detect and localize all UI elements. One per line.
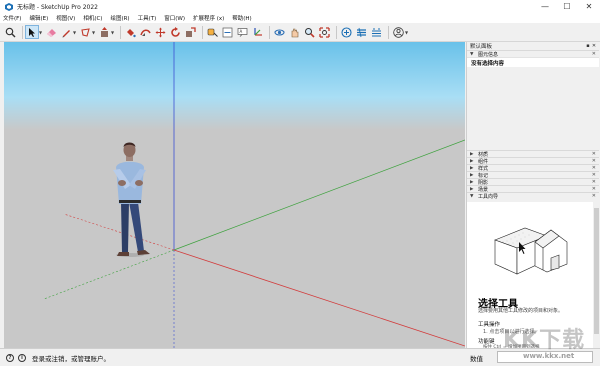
entity-info-body: 没有选择内容 (467, 57, 599, 67)
chevron-right-icon: ▶ (470, 158, 474, 164)
warehouse-icon[interactable] (340, 26, 352, 38)
account-icon[interactable] (392, 26, 404, 38)
person-figure-icon (113, 142, 150, 257)
layout-icon[interactable] (370, 26, 382, 38)
panel-instructor[interactable]: ▼ 工具向导 ✕ (467, 192, 599, 200)
search-icon[interactable] (4, 26, 16, 38)
panel-components[interactable]: ▶ 组件 ✕ (467, 157, 599, 165)
toolbar-separator (120, 25, 121, 39)
dimension-icon[interactable] (221, 26, 233, 38)
chevron-right-icon: ▶ (470, 172, 474, 178)
panel-tags[interactable]: ▶ 标记 ✕ (467, 171, 599, 179)
house-illustration-icon (494, 227, 568, 275)
chevron-right-icon: ▶ (470, 186, 474, 192)
panel-label: 工具向导 (478, 193, 499, 200)
chevron-down-icon: ▼ (470, 51, 474, 57)
paint-bucket-icon[interactable] (124, 26, 136, 38)
measurements-label: 数值 (470, 355, 483, 363)
shape-icon[interactable] (79, 26, 91, 38)
scale-icon[interactable] (184, 26, 196, 38)
panel-materials[interactable]: ▶ 材质 ✕ (467, 150, 599, 158)
chevron-right-icon: ▶ (470, 165, 474, 171)
close-button[interactable]: ✕ (578, 0, 600, 13)
instructor-scrollbar[interactable] (593, 202, 600, 348)
toolbar-separator (388, 25, 389, 39)
pencil-icon[interactable] (60, 26, 72, 38)
green-axis-dashed-line (43, 249, 175, 300)
menu-draw[interactable]: 绘图(R) (110, 14, 129, 22)
chevron-down-icon: ▼ (470, 193, 474, 199)
window-title: 无标题 - SketchUp Pro 2022 (17, 4, 98, 11)
instructor-description: 选择要用其他工具修改的项目和对象。 (478, 308, 564, 314)
default-tray: 默认面板 ▪ ✕ ▼ 图元信息 ✕ 没有选择内容 ▶ 材质 ✕ ▶ 组件 ✕ ▶… (466, 42, 600, 350)
zoom-icon[interactable] (303, 26, 315, 38)
info-icon[interactable]: i (18, 353, 26, 362)
maximize-button[interactable]: ☐ (556, 0, 578, 13)
main-toolbar: ▼ ▼ ▼ ▼ A ▼ (0, 23, 600, 42)
zoom-extents-icon[interactable] (318, 26, 330, 38)
close-icon[interactable]: ✕ (592, 193, 596, 199)
axes-icon[interactable] (251, 26, 263, 38)
chevron-right-icon: ▶ (470, 151, 474, 157)
window-controls: — ☐ ✕ (534, 0, 600, 13)
line-dropdown-icon[interactable]: ▼ (72, 26, 77, 38)
red-axis-line (173, 249, 465, 347)
menu-edit[interactable]: 编辑(E) (29, 14, 48, 22)
entity-info-area (467, 67, 599, 150)
panel-shadows[interactable]: ▶ 阴影 ✕ (467, 178, 599, 186)
chevron-right-icon: ▶ (470, 179, 474, 185)
move-icon[interactable] (154, 26, 166, 38)
panel-label: 图元信息 (478, 51, 499, 58)
watermark-url: www.kkx.net (523, 352, 575, 360)
panel-scenes[interactable]: ▶ 场景 ✕ (467, 185, 599, 193)
menu-file[interactable]: 文件(F) (3, 14, 21, 22)
menu-camera[interactable]: 相机(C) (83, 14, 102, 22)
panel-styles[interactable]: ▶ 样式 ✕ (467, 164, 599, 172)
toolbar-separator (269, 25, 270, 39)
pan-icon[interactable] (288, 26, 300, 38)
panel-entity-info[interactable]: ▼ 图元信息 ✕ (467, 50, 599, 58)
menu-view[interactable]: 视图(V) (56, 14, 75, 22)
title-bar: 无标题 - SketchUp Pro 2022 — ☐ ✕ (0, 0, 600, 13)
orbit-icon[interactable] (273, 26, 285, 38)
tray-title: 默认面板 (470, 44, 493, 50)
follow-me-icon[interactable] (139, 26, 151, 38)
status-message: 登录或注销，或管理账户。 (32, 354, 110, 363)
menu-help[interactable]: 帮助(H) (232, 14, 251, 22)
pushpull-dropdown-icon[interactable]: ▼ (110, 26, 115, 38)
push-pull-icon[interactable] (98, 26, 110, 38)
minimize-button[interactable]: — (534, 0, 556, 13)
text-icon[interactable]: A (236, 26, 248, 38)
close-icon[interactable]: ✕ (592, 51, 596, 57)
instructor-operation-heading: 工具操作 (478, 322, 501, 328)
select-icon[interactable] (25, 25, 39, 39)
toolbar-separator (202, 25, 203, 39)
scene-canvas (43, 42, 465, 348)
tape-measure-icon[interactable] (206, 26, 218, 38)
red-axis-dashed-line (63, 213, 175, 251)
svg-text:A: A (239, 29, 242, 34)
menu-tools[interactable]: 工具(T) (138, 14, 157, 22)
menu-bar: 文件(F) 编辑(E) 视图(V) 相机(C) 绘图(R) 工具(T) 窗口(W… (0, 13, 600, 23)
close-icon[interactable]: ✕ (591, 42, 597, 49)
green-axis-line (173, 139, 465, 251)
modeling-viewport[interactable] (4, 42, 465, 348)
account-dropdown-icon[interactable]: ▼ (404, 26, 409, 38)
menu-window[interactable]: 窗口(W) (164, 14, 185, 22)
select-dropdown-icon[interactable]: ▼ (38, 26, 43, 38)
help-icon[interactable]: ? (6, 353, 14, 362)
sketchup-logo-icon (4, 2, 13, 11)
scrollbar-thumb[interactable] (594, 208, 599, 334)
toolbar-separator (22, 25, 23, 39)
eraser-icon[interactable] (45, 26, 57, 38)
toolbar-separator (336, 25, 337, 39)
shape-dropdown-icon[interactable]: ▼ (91, 26, 96, 38)
extension-warehouse-icon[interactable] (355, 26, 367, 38)
rotate-icon[interactable] (169, 26, 181, 38)
menu-extensions[interactable]: 扩展程序 (x) (193, 14, 224, 22)
tray-header: 默认面板 ▪ ✕ (467, 42, 599, 51)
watermark-text: KK下载 (503, 328, 586, 353)
